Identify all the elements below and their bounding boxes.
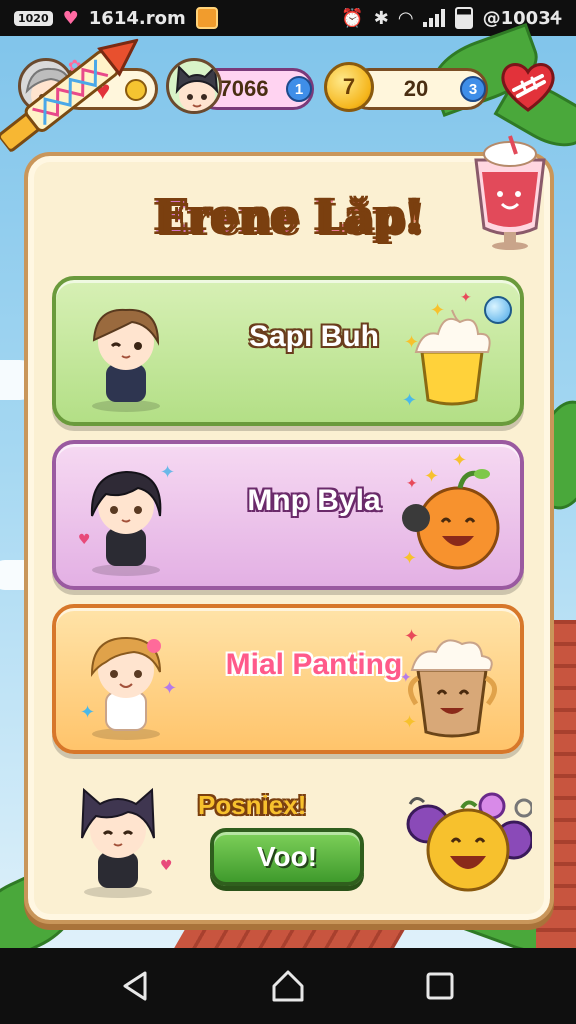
friend-avatar[interactable]: [166, 58, 222, 114]
heart-sparkle-icon: ♥: [160, 858, 173, 874]
recipe-card-1[interactable]: Sapı Buh ✦ ✦ ✦ ✦: [52, 276, 524, 426]
bluetooth-icon: ✱: [373, 7, 389, 29]
sparkle-icon: ✦: [404, 626, 420, 647]
gem-badge: 1: [286, 76, 312, 102]
sparkle-icon: ✦: [404, 332, 420, 353]
sparkle-icon: ✦: [406, 476, 418, 492]
card-name: Mial Panting: [225, 648, 403, 681]
recents-square-icon: [426, 972, 454, 1000]
coin-count: 20: [403, 76, 429, 101]
heart-sparkle-icon: ♥: [78, 532, 91, 548]
heart-notification-icon: ♥: [62, 7, 79, 29]
recipe-card-3[interactable]: ✦ ✦ Mial Panting ✦ ✦ ✦: [52, 604, 524, 754]
back-triangle-icon: [123, 971, 147, 1001]
sparkle-icon: ✦: [402, 712, 418, 733]
sparkle-icon: ✦: [424, 466, 440, 487]
sparkle-icon: ✦: [402, 390, 418, 411]
coin-symbol: 7: [342, 74, 356, 99]
navigation-bar: [0, 948, 576, 1024]
sparkle-icon: ✦: [402, 548, 418, 569]
bubble-icon: [484, 296, 512, 324]
promo-label: Posniex!: [198, 790, 307, 820]
gem-count: 7066: [219, 76, 269, 101]
recents-button[interactable]: [420, 966, 460, 1006]
grape-buddy-icon: [406, 792, 532, 892]
brown-hair-chibi-icon: [92, 308, 160, 412]
cat-ear-chibi-icon: [81, 787, 155, 898]
battery-icon: [454, 7, 473, 29]
blonde-chibi-icon: [90, 636, 161, 740]
card-name: Mnp Byla: [247, 484, 381, 517]
back-button[interactable]: [116, 966, 156, 1006]
sparkle-icon: ✦: [80, 702, 96, 723]
sparkle-icon: ✦: [160, 462, 176, 483]
broken-heart-button[interactable]: [498, 56, 558, 116]
coin-badge: 3: [460, 76, 486, 102]
home-button[interactable]: [268, 966, 308, 1006]
status-bar: 1020 ♥ 1614.rom ⏰ ✱ ◠ @1003Ꮞ: [0, 0, 576, 36]
smoothie-glass-icon: [474, 135, 546, 250]
status-app-title: 1614.rom: [88, 7, 186, 29]
panel-title-text: Erene Lăp!: [154, 192, 424, 243]
sparkle-icon: ✦: [400, 670, 412, 686]
app-notification-icon: [195, 7, 218, 29]
wifi-icon: ◠: [398, 7, 413, 29]
coin-icon: 7: [324, 62, 374, 112]
alarm-icon: ⏰: [341, 7, 364, 29]
sparkle-icon: ✦: [452, 450, 468, 471]
go-button[interactable]: Voo!: [210, 828, 364, 886]
home-icon: [272, 970, 304, 1002]
sparkle-icon: ✦: [162, 678, 178, 699]
card-name: Sapı Buh: [248, 320, 379, 353]
sparkle-icon: ✦: [460, 290, 472, 306]
status-left: 1020 ♥ 1614.rom: [14, 7, 218, 29]
status-right: ⏰ ✱ ◠ @1003Ꮞ: [341, 7, 562, 29]
bandaged-heart-icon: [501, 63, 555, 112]
sparkle-icon: ✦: [430, 300, 446, 321]
refresh-coin-icon: [125, 79, 147, 101]
signal-icon: [422, 9, 445, 27]
promo-row: ♥ Posniex! Voo!: [52, 772, 532, 912]
status-badge: 1020: [14, 10, 53, 26]
recipe-card-2[interactable]: ✦ ♥ Mnp Byla ✦ ✦ ✦ ✦: [52, 440, 524, 590]
